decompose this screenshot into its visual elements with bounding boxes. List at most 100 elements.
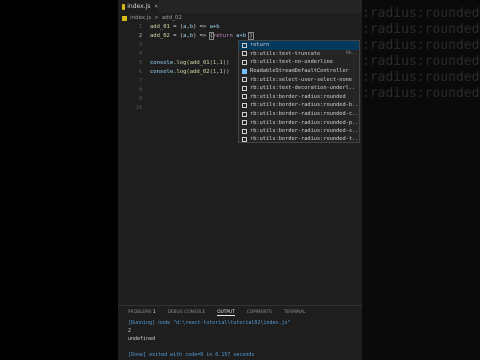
output-running-line: [Running] node "d:\react-tutorial\tutori… (128, 320, 291, 326)
suggest-label: rb:utils:text-decoration-underl.. (250, 85, 356, 92)
close-icon[interactable]: × (154, 3, 158, 10)
snippet-icon (242, 102, 247, 108)
snippet-icon (242, 136, 247, 142)
suggest-item[interactable]: rb:utils:text-no-underline (239, 58, 359, 67)
output-panel: PROBLEMS 1 DEBUG CONSOLE OUTPUT COMMENTS… (118, 305, 362, 360)
suggest-label: rb:utils:text-truncate (250, 50, 321, 57)
suggest-item[interactable]: rb:utils:border-radius:rounded-c.. (239, 110, 359, 119)
operator: = ( (169, 33, 184, 39)
identifier: console (150, 60, 174, 66)
keyword-return: return (212, 33, 233, 39)
output-undefined: undefined (128, 336, 156, 342)
blurred-backdrop-text: :radius:rounded-sh (362, 70, 480, 85)
suggest-label: rb:utils:border-radius:rounded-t.. (250, 136, 359, 143)
expression: a+b (209, 24, 220, 30)
snippet-icon (242, 111, 247, 117)
arguments: (1,1)) (209, 60, 230, 66)
problems-count-badge: 1 (152, 310, 156, 315)
left-letterbox (0, 0, 118, 360)
blurred-backdrop-text: :radius:rounded (362, 6, 480, 21)
blurred-backdrop-text: :radius:rounded-bo (362, 22, 480, 37)
line-number: 2 (138, 33, 142, 39)
suggest-label: rb:utils:border-radius:rounded-b.. (250, 102, 359, 109)
suggest-label: rb:utils:border-radius:rounded-c.. (250, 111, 359, 118)
line-number: 9 (138, 96, 142, 102)
method: .log( (173, 60, 190, 66)
line-number: 3 (138, 42, 142, 48)
output-done-line: [Done] exited with code=0 in 0.157 secon… (128, 352, 255, 358)
suggest-label: rb:utils:border-radius:rounded (250, 93, 346, 100)
tab-comments[interactable]: COMMENTS (247, 310, 272, 316)
suggest-label: return (250, 42, 270, 49)
right-blurred-backdrop: :radius:rounded :radius:rounded-bo :radi… (362, 0, 480, 360)
line-number: 1 (138, 24, 142, 30)
panel-tab-bar: PROBLEMS 1 DEBUG CONSOLE OUTPUT COMMENTS… (128, 310, 306, 316)
line-number: 4 (138, 51, 142, 57)
suggest-item[interactable]: rb:utils:text-decoration-underl.. (239, 84, 359, 93)
identifier: add_01 (150, 24, 170, 30)
line-number: 6 (138, 69, 142, 75)
line-number: 10 (135, 105, 142, 111)
snippet-icon (242, 85, 247, 91)
suggest-item[interactable]: rb:utils:border-radius:rounded-b.. (239, 101, 359, 110)
suggest-item[interactable]: rb:utils:border-radius:rounded-t.. (239, 135, 359, 144)
breadcrumb-symbol[interactable]: add_02 (162, 15, 182, 21)
suggest-detail: Rb.. (346, 51, 357, 57)
line-number: 5 (138, 60, 142, 66)
suggest-label: rb:utils:border-radius:rounded-p.. (250, 119, 359, 126)
arrow: ) => (193, 33, 210, 39)
tab-output[interactable]: OUTPUT (217, 310, 235, 316)
tab-index-js[interactable]: index.js × (118, 0, 158, 13)
code-line-1[interactable]: add_01 = (a,b) => a+b (150, 24, 220, 30)
snippet-icon (242, 128, 247, 134)
snippet-icon (242, 94, 247, 100)
javascript-file-icon (122, 15, 127, 21)
expression: a+b (232, 33, 250, 39)
suggest-label: rb:utils:select-user-select-none (250, 76, 353, 83)
suggest-item[interactable]: rb:utils:border-radius:rounded (239, 93, 359, 102)
suggest-label: rb:utils:border-radius:rounded-s.. (250, 128, 359, 135)
breadcrumb-separator: > (154, 15, 159, 21)
identifier: console (150, 69, 174, 75)
tab-bar: index.js × (118, 0, 362, 13)
autocomplete-suggest-widget[interactable]: return rb:utils:text-truncate Rb.. rb:uti… (238, 40, 360, 143)
suggest-item[interactable]: rb:utils:text-truncate Rb.. (239, 50, 359, 59)
blurred-backdrop-text: :radius:rounded-pi (362, 54, 480, 69)
operator: = ( (169, 24, 184, 30)
code-editor: index.js × index.js > add_02 1 2 3 4 5 6… (118, 0, 362, 360)
line-number: 7 (138, 78, 142, 84)
suggest-item[interactable]: return (239, 41, 359, 50)
line-number: 8 (138, 87, 142, 93)
tab-debug-console[interactable]: DEBUG CONSOLE (168, 310, 206, 316)
suggest-item[interactable]: rb:utils:select-user-select-none (239, 75, 359, 84)
blurred-backdrop-text: :radius:rounded-ci (362, 38, 480, 53)
tab-label: index.js (127, 3, 151, 10)
snippet-icon (242, 120, 247, 126)
code-line-5[interactable]: console.log(add_01(1,1)) (150, 60, 230, 66)
output-value: 2 (128, 328, 132, 334)
snippet-icon (242, 51, 247, 57)
suggest-item[interactable]: rb:utils:border-radius:rounded-p.. (239, 118, 359, 127)
method: .log( (173, 69, 190, 75)
arrow: ) => (193, 24, 210, 30)
identifier: add_02 (150, 33, 170, 39)
tab-problems[interactable]: PROBLEMS 1 (128, 310, 156, 316)
suggest-item[interactable]: ReadableStreamDefaultController (239, 67, 359, 76)
identifier: add_01 (189, 60, 210, 66)
breadcrumb: index.js > add_02 (122, 14, 182, 22)
code-line-2[interactable]: add_02 = (a,b) => {return a+b } (150, 32, 254, 40)
brace-close: } (248, 32, 254, 40)
tab-terminal[interactable]: TERMINAL (284, 310, 306, 316)
keyword-icon (242, 42, 247, 48)
arguments: (1,1)) (209, 69, 230, 75)
blurred-backdrop-text: :radius:rounded-to (362, 86, 480, 101)
identifier: add_02 (189, 69, 210, 75)
suggest-label: rb:utils:text-no-underline (250, 59, 333, 66)
breadcrumb-file[interactable]: index.js (130, 15, 151, 21)
snippet-icon (242, 77, 247, 83)
javascript-file-icon (122, 3, 126, 10)
snippet-icon (242, 59, 247, 65)
enum-icon (242, 68, 247, 74)
suggest-label: ReadableStreamDefaultController (250, 68, 349, 75)
code-line-6[interactable]: console.log(add_02(1,1)) (150, 69, 230, 75)
